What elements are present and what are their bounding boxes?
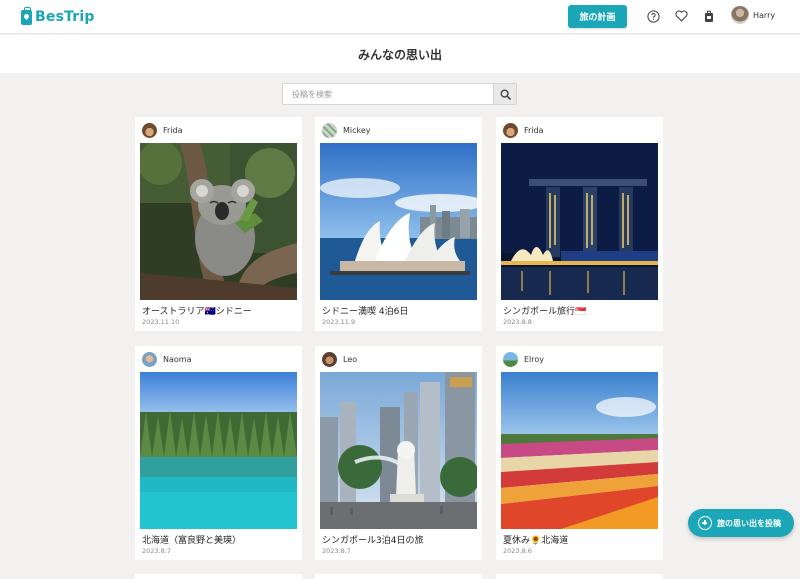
search-bar xyxy=(282,83,517,105)
post-card[interactable]: Leo シンガポール3泊4日の旅 2023.8.7 xyxy=(315,346,482,560)
post-author-row: Naoma xyxy=(142,351,191,367)
author-avatar xyxy=(142,122,157,138)
page-title: みんなの思い出 xyxy=(357,48,442,62)
post-title: 夏休み🌻北海道 xyxy=(503,536,569,546)
user-name[interactable]: Harry xyxy=(753,11,775,20)
post-card-partial[interactable] xyxy=(496,574,663,579)
post-card[interactable]: Frida オーストラリア🇦🇺シドニー 2023.11.10 xyxy=(135,117,302,331)
post-author-row: Frida xyxy=(142,122,183,138)
post-title: シドニー満喫 4泊6日 xyxy=(322,307,409,317)
post-author-row: Elroy xyxy=(503,351,544,367)
plan-trip-button[interactable]: 旅の計画 xyxy=(568,5,627,28)
post-image-sydney-opera-house[interactable] xyxy=(320,143,477,300)
post-card[interactable]: Mickey シドニー満喫 4泊6日 2023.11.9 xyxy=(315,117,482,331)
post-image-koala[interactable] xyxy=(140,143,297,300)
help-icon[interactable] xyxy=(646,9,660,23)
post-image-marina-bay-sands[interactable] xyxy=(501,143,658,300)
post-title: オーストラリア🇦🇺シドニー xyxy=(142,307,252,317)
create-post-label: 旅の思い出を投稿 xyxy=(717,518,781,528)
author-name: Frida xyxy=(524,125,544,135)
brand-logo[interactable]: BesTrip xyxy=(21,6,95,27)
title-band: みんなの思い出 xyxy=(0,35,800,73)
heart-icon[interactable] xyxy=(674,9,688,23)
post-date: 2023.11.10 xyxy=(142,318,180,326)
post-card-partial[interactable] xyxy=(315,574,482,579)
post-card[interactable]: Frida シンガポール旅行🇸🇬 2023.8.8 xyxy=(496,117,663,331)
logo-icon xyxy=(21,6,32,25)
author-avatar xyxy=(322,351,337,367)
author-name: Elroy xyxy=(524,354,545,364)
post-author-row: Frida xyxy=(503,122,544,138)
author-avatar xyxy=(503,122,518,138)
post-title: 北海道（富良野と美瑛） xyxy=(142,536,242,546)
create-post-button[interactable]: 旅の思い出を投稿 xyxy=(688,509,794,537)
post-date: 2023.8.7 xyxy=(142,547,171,555)
post-image-flower-field[interactable] xyxy=(501,372,658,529)
author-name: Frida xyxy=(163,125,183,135)
post-date: 2023.8.7 xyxy=(322,547,351,555)
post-card[interactable]: Elroy 夏休み🌻北海道 2023.8.6 xyxy=(496,346,663,560)
author-name: Mickey xyxy=(343,125,371,135)
post-card[interactable]: Naoma 北海道（富良野と美瑛） 2023.8.7 xyxy=(135,346,302,560)
top-header: BesTrip 旅の計画 Harry xyxy=(0,0,800,34)
author-name: Naoma xyxy=(163,354,192,364)
author-avatar xyxy=(322,122,337,138)
post-title: シンガポール旅行🇸🇬 xyxy=(503,307,587,317)
user-avatar[interactable] xyxy=(731,6,749,24)
logo-text: BesTrip xyxy=(35,9,95,25)
author-name: Leo xyxy=(343,354,358,364)
search-button[interactable] xyxy=(493,84,516,104)
post-card-partial[interactable] xyxy=(135,574,302,579)
post-date: 2023.11.9 xyxy=(322,318,356,326)
author-avatar xyxy=(503,351,518,367)
post-image-merlion[interactable] xyxy=(320,372,477,529)
post-date: 2023.8.8 xyxy=(503,318,532,326)
post-author-row: Leo xyxy=(322,351,357,367)
search-input[interactable] xyxy=(283,84,495,104)
luggage-icon[interactable] xyxy=(702,9,716,23)
post-image-blue-pond[interactable] xyxy=(140,372,297,529)
post-date: 2023.8.6 xyxy=(503,547,532,555)
plus-circle-icon xyxy=(698,516,712,530)
post-title: シンガポール3泊4日の旅 xyxy=(322,536,424,546)
search-icon xyxy=(499,88,511,100)
post-author-row: Mickey xyxy=(322,122,371,138)
author-avatar xyxy=(142,351,157,367)
